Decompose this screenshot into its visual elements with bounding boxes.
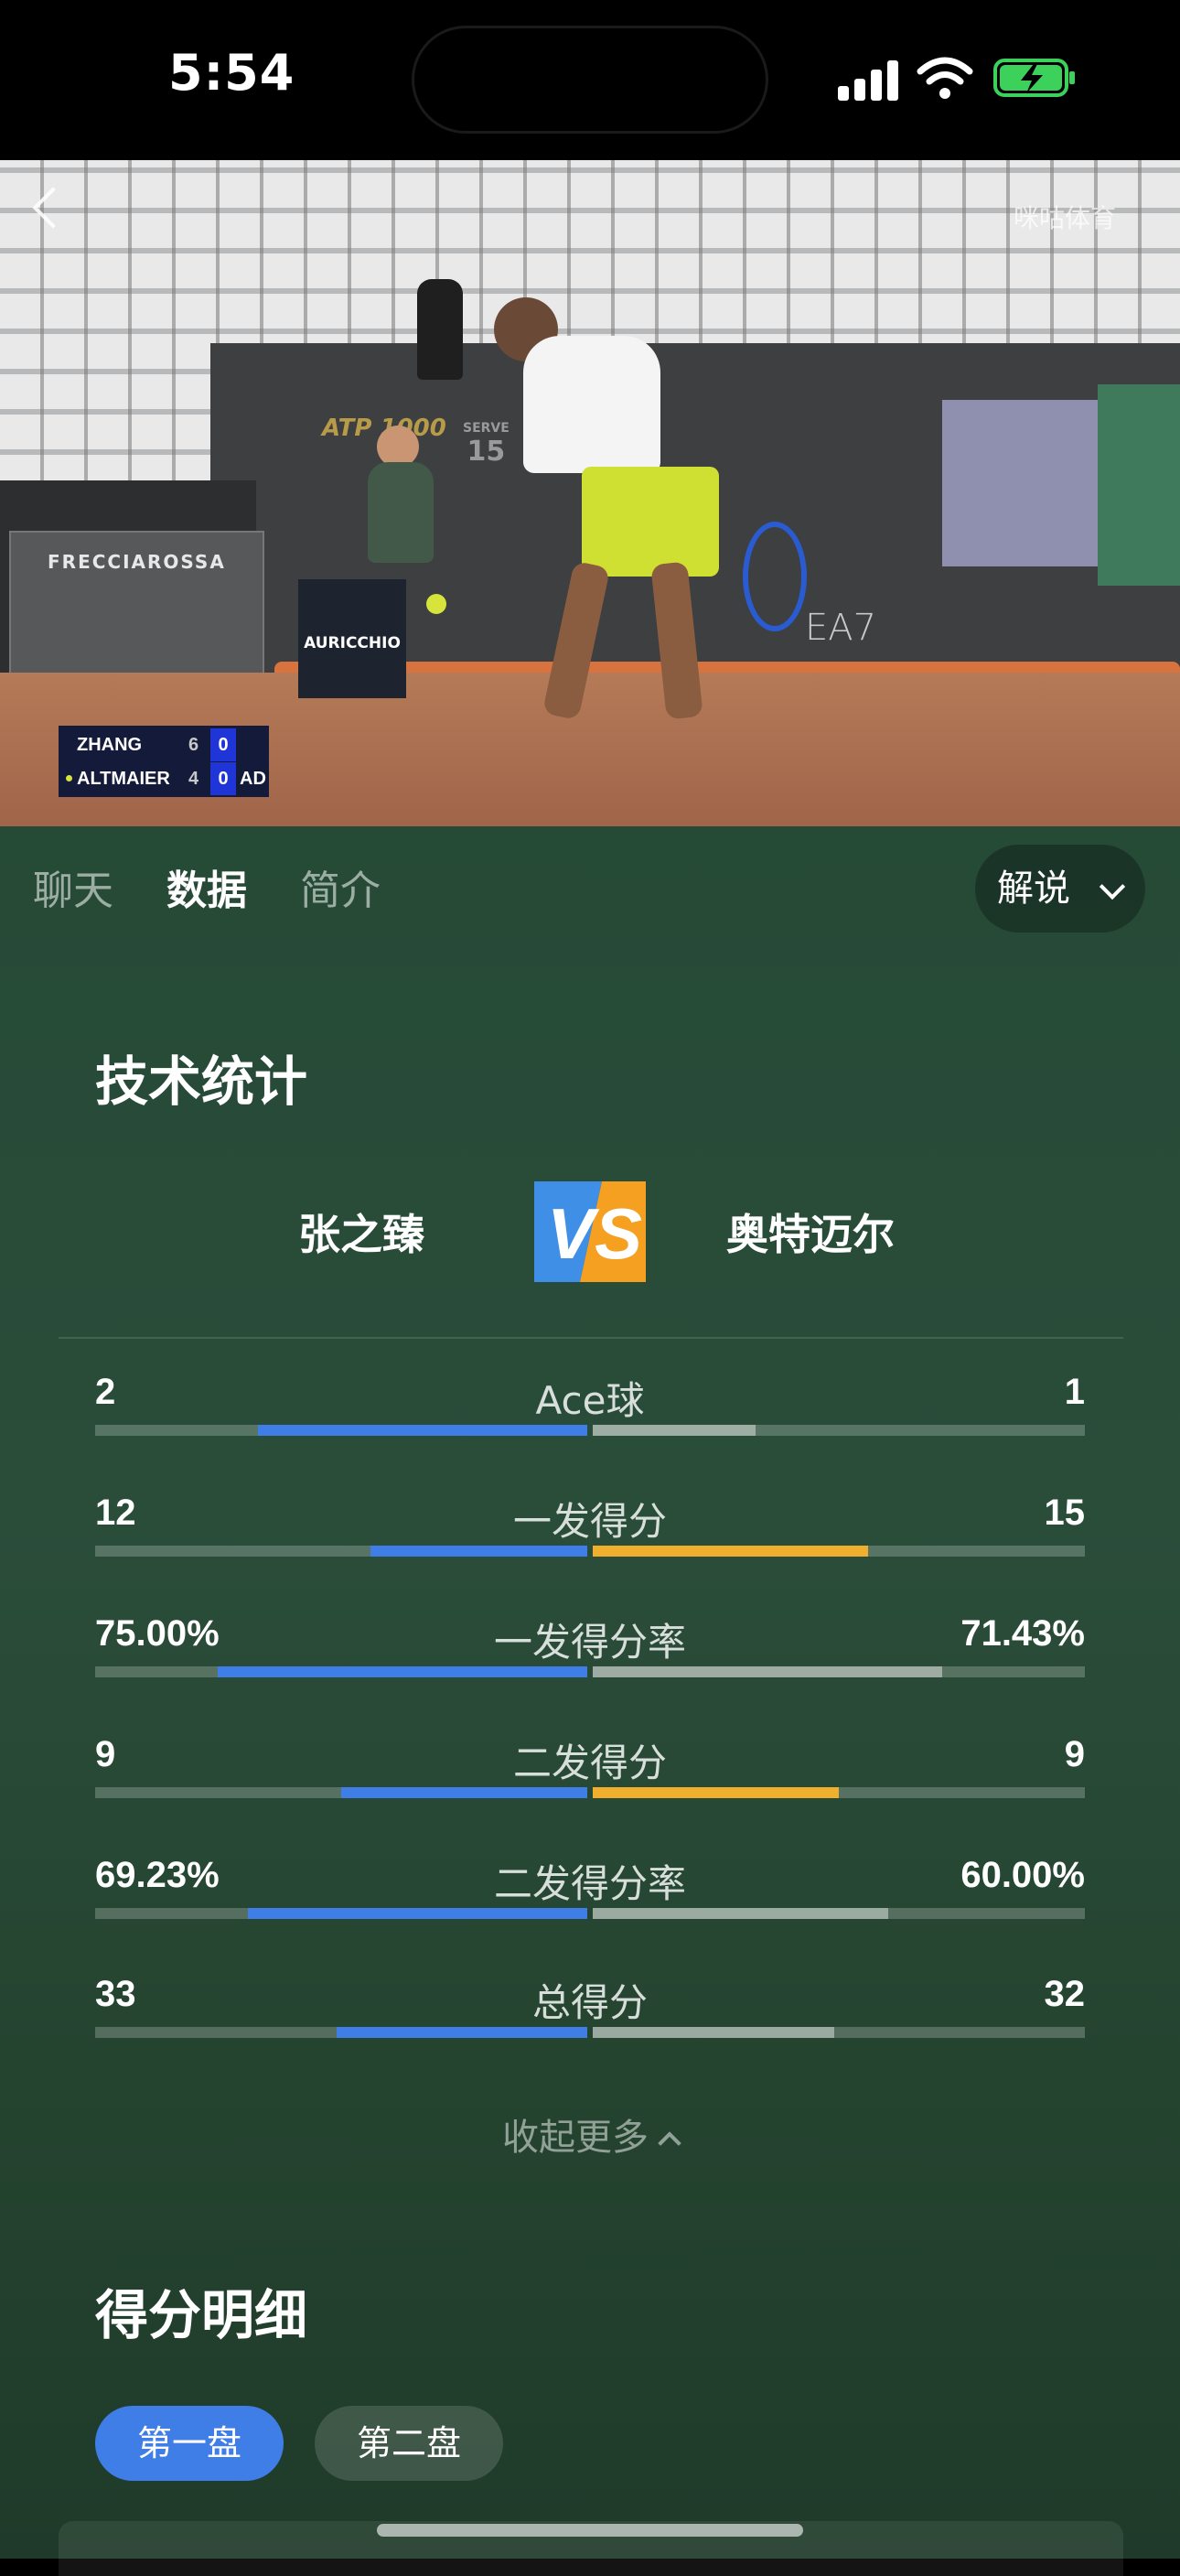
stat-bar-right [593, 1425, 1085, 1436]
stat-left-value: 75.00% [95, 1613, 220, 1654]
set-tab-2[interactable]: 第二盘 [315, 2406, 503, 2481]
tab-intro[interactable]: 简介 [300, 857, 381, 916]
stat-label: 二发得分 [512, 1741, 667, 1785]
tab-data[interactable]: 数据 [166, 857, 247, 916]
stat-label: 一发得分率 [493, 1620, 686, 1665]
stat-bar-left-fill [218, 1666, 587, 1677]
stat-row: 总得分 33 32 [95, 1974, 1085, 2075]
stat-bar-right [593, 1908, 1085, 1919]
cellular-signal-icon [838, 60, 900, 101]
stat-bar-left [95, 1546, 587, 1557]
stat-right-value: 71.43% [960, 1613, 1085, 1654]
stat-bar-left-fill [370, 1546, 587, 1557]
serving-indicator-icon [66, 775, 72, 781]
stat-right-value: 60.00% [960, 1855, 1085, 1895]
dynamic-island [412, 26, 768, 134]
tennis-racket [743, 522, 807, 631]
points-title: 得分明细 [95, 2284, 308, 2346]
vs-icon: VS [534, 1181, 646, 1282]
sponsor-board-text: FRECCIAROSSA [48, 551, 226, 573]
stat-row: 二发得分 9 9 [95, 1734, 1085, 1835]
stat-left-value: 69.23% [95, 1855, 220, 1895]
stat-left-value: 33 [95, 1974, 136, 2014]
stat-bar-right-fill [593, 1787, 839, 1798]
commentary-button-label: 解说 [997, 868, 1070, 910]
score-row-zhang: ZHANG 6 0 [59, 728, 269, 761]
collapse-label: 收起更多 [502, 2117, 649, 2159]
stat-right-value: 32 [1044, 1974, 1086, 2014]
match-data-panel: 聊天 数据 简介 解说 技术统计 张之臻 VS 奥特迈尔 Ace球 2 1 一发得分 1… [0, 826, 1180, 2576]
score-row-altmaier: ALTMAIER 4 0 AD [59, 762, 269, 795]
stat-bar-left-fill [258, 1425, 587, 1436]
ball-kid [368, 462, 434, 563]
home-indicator[interactable] [377, 2524, 803, 2537]
clock: 5:54 [168, 44, 295, 102]
stat-bar-right-fill [593, 1666, 942, 1677]
stat-row: 一发得分率 75.00% 71.43% [95, 1613, 1085, 1714]
video-player[interactable]: FRECCIAROSSA ATP 1000 SERVE 15 AURICCHIO… [0, 160, 1180, 826]
stat-right-value: 15 [1044, 1493, 1086, 1533]
stat-bar-left [95, 1666, 587, 1677]
stat-bar-right-fill [593, 2027, 834, 2038]
brand-board: EA7 [805, 607, 877, 649]
stat-bar-left-fill [248, 1908, 587, 1919]
chevron-down-icon [1099, 873, 1126, 900]
sponsor-box: AURICCHIO [298, 579, 406, 698]
stat-label: 一发得分 [512, 1499, 667, 1544]
live-scoreboard: ZHANG 6 0 ALTMAIER 4 0 AD [59, 726, 269, 797]
stat-bar-right-fill [593, 1908, 888, 1919]
stat-left-value: 2 [95, 1372, 116, 1412]
serve-display: SERVE 15 [463, 421, 510, 468]
stat-bar-left-fill [341, 1787, 587, 1798]
broadcaster-watermark: 咪咕体育 [1014, 203, 1117, 233]
stat-label: 总得分 [531, 1980, 648, 2025]
stats-title: 技术统计 [95, 1051, 308, 1113]
wifi-icon [917, 57, 973, 99]
stat-bar-right-fill [593, 1425, 756, 1436]
stat-left-value: 12 [95, 1493, 136, 1533]
stat-bar-right [593, 1546, 1085, 1557]
stat-bar-right [593, 2027, 1085, 2038]
stat-bar-right [593, 1787, 1085, 1798]
stat-right-value: 1 [1064, 1372, 1085, 1412]
line-judge [417, 279, 463, 380]
set-tab-1[interactable]: 第一盘 [95, 2406, 284, 2481]
tab-bar: 聊天 数据 简介 解说 [0, 826, 1180, 954]
battery-charging-icon [993, 59, 1075, 97]
status-bar: 5:54 [0, 0, 1180, 160]
stat-bar-left-fill [337, 2027, 587, 2038]
commentary-button[interactable]: 解说 [975, 845, 1145, 932]
player-right-name: 奥特迈尔 [726, 1210, 895, 1259]
stat-row: 一发得分 12 15 [95, 1493, 1085, 1593]
stat-bar-left [95, 1908, 587, 1919]
stat-bar-left [95, 2027, 587, 2038]
chevron-up-icon [658, 2131, 681, 2155]
stat-left-value: 9 [95, 1734, 116, 1774]
stat-row: 二发得分率 69.23% 60.00% [95, 1855, 1085, 1956]
tab-chat[interactable]: 聊天 [33, 857, 113, 916]
divider [59, 1337, 1123, 1339]
stat-bar-right-fill [593, 1546, 868, 1557]
stat-label: 二发得分率 [493, 1861, 686, 1906]
stat-bar-left [95, 1787, 587, 1798]
stat-row: Ace球 2 1 [95, 1372, 1085, 1472]
collapse-button[interactable]: 收起更多 [0, 2107, 1180, 2161]
vs-text: VS [547, 1193, 642, 1274]
stat-label: Ace球 [535, 1378, 645, 1423]
tennis-ball [426, 594, 446, 614]
player [523, 336, 660, 473]
player-left-name: 张之臻 [298, 1210, 424, 1259]
stat-right-value: 9 [1064, 1734, 1085, 1774]
stat-bar-right [593, 1666, 1085, 1677]
stat-bar-left [95, 1425, 587, 1436]
sponsor-board: FRECCIAROSSA [9, 531, 264, 688]
